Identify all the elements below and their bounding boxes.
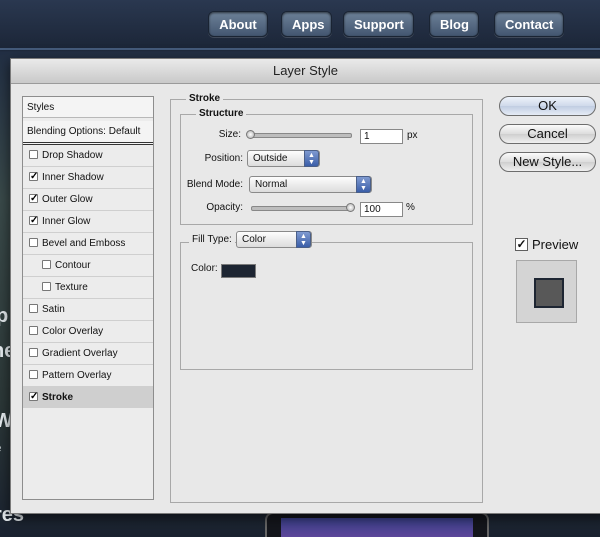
- phone-screen: [281, 518, 473, 537]
- checkbox[interactable]: ✓: [29, 194, 38, 204]
- styles-header[interactable]: Styles: [23, 97, 153, 118]
- opacity-slider-track[interactable]: [251, 206, 354, 211]
- blending-options-item[interactable]: Blending Options: Default: [23, 121, 153, 145]
- effect-pattern-overlay[interactable]: Pattern Overlay: [23, 365, 153, 386]
- effect-label: Gradient Overlay: [42, 348, 118, 359]
- effect-label: Inner Glow: [42, 216, 91, 227]
- checkbox[interactable]: [29, 326, 38, 335]
- effect-bevel-emboss[interactable]: Bevel and Emboss: [23, 233, 153, 254]
- effect-label: Inner Shadow: [42, 172, 104, 183]
- blend-mode-value: Normal: [255, 179, 288, 190]
- structure-title: Structure: [196, 108, 247, 119]
- opacity-label: Opacity:: [206, 202, 243, 213]
- checkbox[interactable]: [42, 282, 51, 291]
- fill-type-label: Fill Type:: [189, 234, 235, 245]
- effect-label: Texture: [55, 282, 88, 293]
- effect-label: Satin: [42, 304, 65, 315]
- checkbox[interactable]: [29, 348, 38, 357]
- fill-type-select[interactable]: Color ▲ ▼: [236, 231, 312, 248]
- background-text-fragment: e: [0, 440, 1, 455]
- nav-about-button[interactable]: About: [208, 11, 268, 37]
- size-slider-track[interactable]: [249, 133, 352, 138]
- checkbox[interactable]: [29, 370, 38, 379]
- effect-color-overlay[interactable]: Color Overlay: [23, 321, 153, 342]
- effect-gradient-overlay[interactable]: Gradient Overlay: [23, 343, 153, 364]
- fill-type-value: Color: [242, 234, 266, 245]
- phone-image: [265, 512, 489, 537]
- effect-label: Stroke: [42, 392, 74, 403]
- checkbox[interactable]: [29, 150, 38, 159]
- styles-list: Styles Blending Options: Default Drop Sh…: [22, 96, 154, 500]
- size-unit: px: [407, 130, 418, 141]
- checkbox[interactable]: ✓: [29, 216, 38, 226]
- preview-swatch: [534, 278, 564, 308]
- chevron-updown-icon: ▲ ▼: [356, 176, 371, 193]
- stroke-group-title: Stroke: [186, 93, 224, 104]
- nav-support-button[interactable]: Support: [343, 11, 414, 37]
- nav-apps-button[interactable]: Apps: [281, 11, 332, 37]
- effect-label: Pattern Overlay: [42, 370, 112, 381]
- nav-blog-button[interactable]: Blog: [429, 11, 479, 37]
- color-label: Color:: [191, 263, 218, 274]
- opacity-input[interactable]: 100: [360, 202, 403, 217]
- effect-inner-glow[interactable]: ✓ Inner Glow: [23, 211, 153, 232]
- stroke-color-swatch[interactable]: [221, 264, 256, 278]
- nav-contact-button[interactable]: Contact: [494, 11, 564, 37]
- checkbox[interactable]: [29, 238, 38, 247]
- effect-inner-shadow[interactable]: ✓ Inner Shadow: [23, 167, 153, 188]
- effect-texture[interactable]: Texture: [23, 277, 153, 298]
- effect-label: Outer Glow: [42, 194, 93, 205]
- checkbox[interactable]: ✓: [29, 172, 38, 182]
- fill-type-box: [180, 242, 473, 370]
- preview-label[interactable]: Preview: [532, 237, 578, 252]
- preview-checkbox[interactable]: ✓: [515, 238, 528, 251]
- chevron-updown-icon: ▲ ▼: [304, 150, 319, 167]
- blend-mode-select[interactable]: Normal ▲ ▼: [249, 176, 372, 193]
- new-style-button[interactable]: New Style...: [499, 152, 596, 172]
- size-label: Size:: [218, 129, 241, 140]
- checkbox[interactable]: [29, 304, 38, 313]
- cancel-button[interactable]: Cancel: [499, 124, 596, 144]
- blend-mode-label: Blend Mode:: [186, 179, 243, 190]
- site-nav-bar: About Apps Support Blog Contact: [0, 0, 600, 50]
- position-label: Position:: [204, 153, 243, 164]
- layer-style-dialog: Layer Style Styles Blending Options: Def…: [10, 58, 600, 514]
- opacity-unit: %: [406, 202, 415, 213]
- dialog-titlebar[interactable]: Layer Style: [11, 59, 600, 84]
- effect-label: Contour: [55, 260, 91, 271]
- position-select[interactable]: Outside ▲ ▼: [247, 150, 320, 167]
- effect-stroke[interactable]: ✓ Stroke: [23, 387, 153, 408]
- position-value: Outside: [253, 153, 288, 164]
- opacity-slider-thumb[interactable]: [346, 203, 355, 212]
- effect-satin[interactable]: Satin: [23, 299, 153, 320]
- checkbox[interactable]: ✓: [29, 392, 38, 402]
- effect-label: Bevel and Emboss: [42, 238, 126, 249]
- background-text-fragment: p: [0, 305, 9, 327]
- chevron-updown-icon: ▲ ▼: [296, 231, 311, 248]
- effect-drop-shadow[interactable]: Drop Shadow: [23, 145, 153, 166]
- size-slider-thumb[interactable]: [246, 130, 255, 139]
- dialog-title: Layer Style: [272, 63, 339, 78]
- effect-label: Drop Shadow: [42, 150, 103, 161]
- ok-button[interactable]: OK: [499, 96, 596, 116]
- effect-outer-glow[interactable]: ✓ Outer Glow: [23, 189, 153, 210]
- effect-label: Color Overlay: [42, 326, 104, 337]
- effect-contour[interactable]: Contour: [23, 255, 153, 276]
- size-input[interactable]: 1: [360, 129, 403, 144]
- checkbox[interactable]: [42, 260, 51, 269]
- style-preview: [516, 260, 577, 323]
